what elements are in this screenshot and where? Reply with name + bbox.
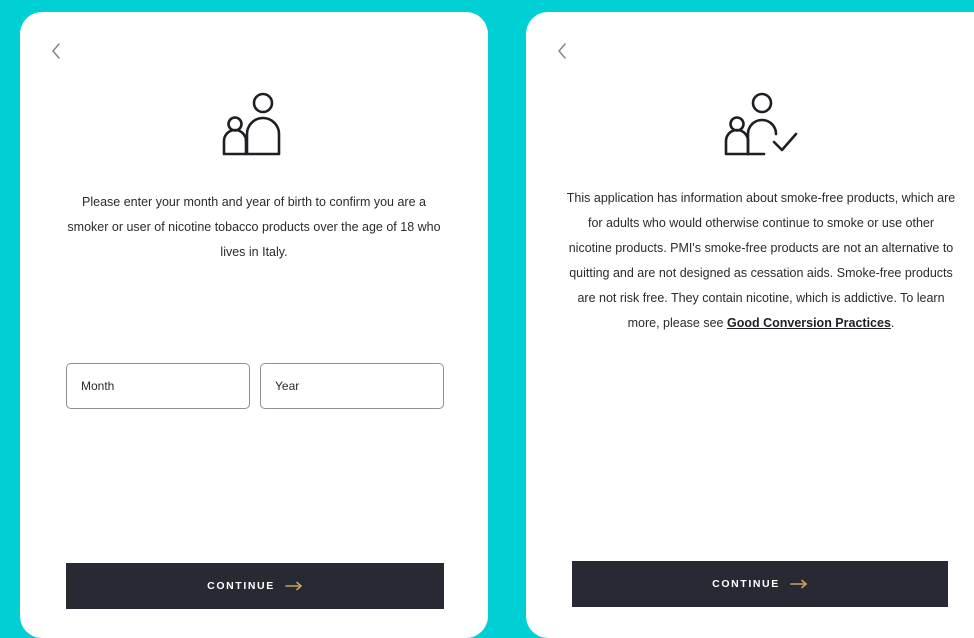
age-gate-message: Please enter your month and year of birt… (67, 195, 441, 259)
continue-button-label: CONTINUE (712, 578, 780, 590)
disclaimer-period: . (890, 316, 895, 330)
month-input[interactable] (66, 363, 250, 409)
arrow-right-icon (790, 579, 808, 589)
arrow-right-icon (285, 581, 303, 591)
chevron-left-icon[interactable] (46, 38, 66, 64)
good-conversion-practices-link[interactable]: Good Conversion Practices (727, 316, 891, 330)
disclaimer-text: This application has information about s… (566, 191, 956, 330)
age-gate-card: Please enter your month and year of birt… (20, 12, 488, 638)
continue-button[interactable]: CONTINUE (66, 563, 444, 609)
adult-and-child-icon (211, 90, 297, 166)
disclaimer-message: This application has information about s… (526, 186, 974, 336)
continue-button-label: CONTINUE (207, 580, 275, 592)
continue-button[interactable]: CONTINUE (572, 561, 948, 607)
chevron-left-icon[interactable] (552, 38, 572, 64)
disclaimer-card: This application has information about s… (526, 12, 974, 638)
year-input[interactable] (260, 363, 444, 409)
adult-and-child-check-icon (718, 90, 804, 166)
